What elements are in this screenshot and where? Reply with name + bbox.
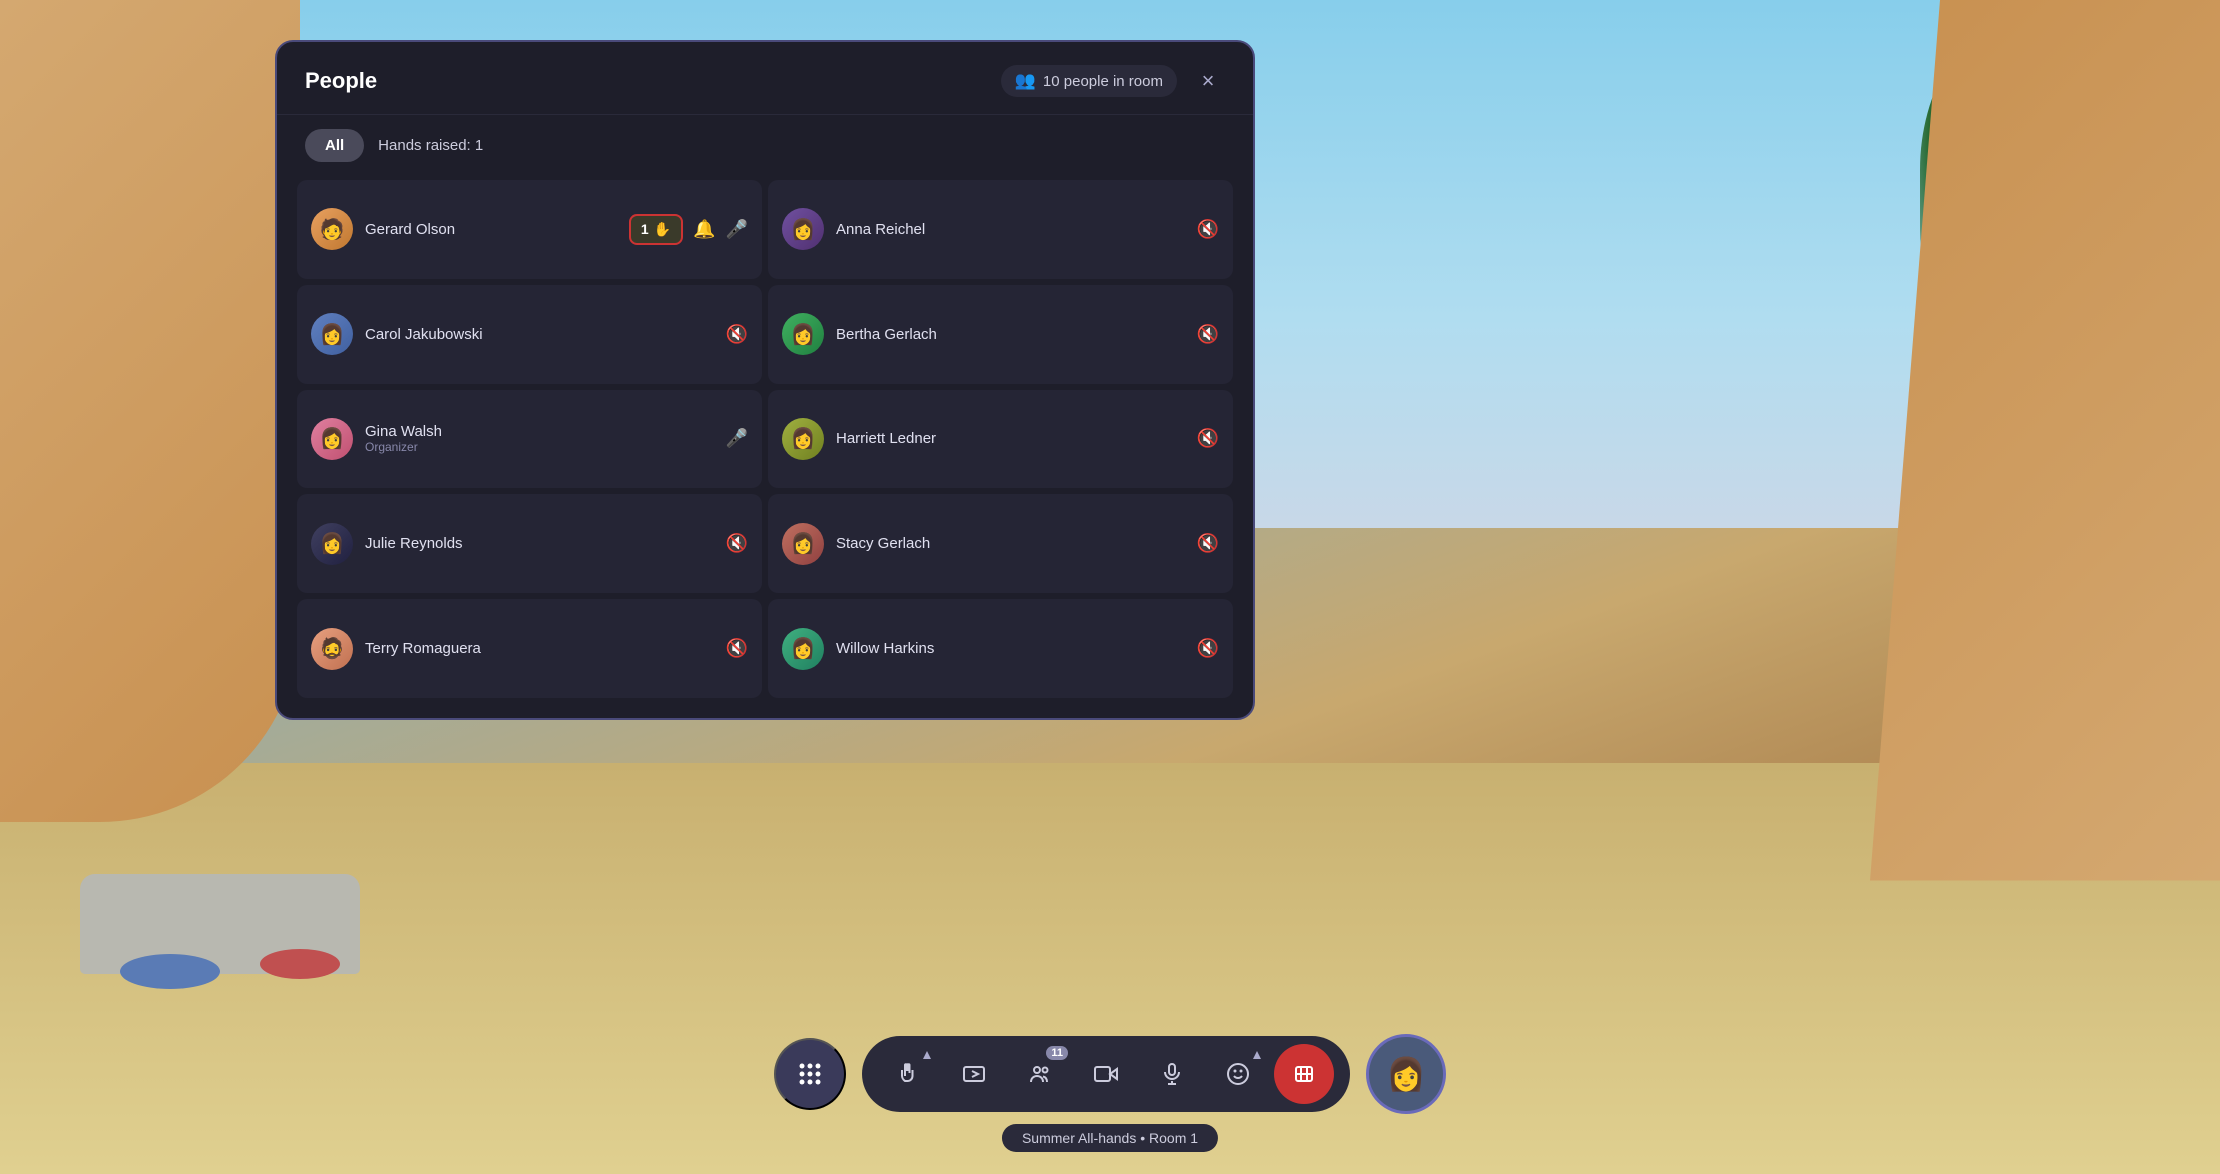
person-name: Terry Romaguera	[365, 640, 714, 657]
list-item: 🧑 Gerard Olson 1 ✋ 🔔 🎤	[297, 180, 762, 279]
cushion-blue	[120, 954, 220, 989]
list-item: 👩 Willow Harkins 🔇	[768, 599, 1233, 698]
person-actions: 🔇	[726, 324, 748, 345]
person-name: Gina Walsh	[365, 423, 714, 440]
person-name: Harriett Ledner	[836, 430, 1185, 447]
person-actions: 🎤	[726, 428, 748, 449]
cushion-red	[260, 949, 340, 979]
person-actions: 🔇	[1197, 533, 1219, 554]
people-count-badge: 👥 10 people in room	[1001, 65, 1177, 97]
panel-header: People 👥 10 people in room ×	[277, 42, 1253, 115]
mic-off-icon[interactable]: 🔇	[1197, 428, 1219, 449]
hand-count: 1	[641, 221, 649, 237]
room-label: Summer All-hands • Room 1	[1002, 1124, 1218, 1152]
list-item: 👩 Stacy Gerlach 🔇	[768, 494, 1233, 593]
person-info: Stacy Gerlach	[836, 535, 1185, 552]
person-info: Julie Reynolds	[365, 535, 714, 552]
mic-button[interactable]	[1142, 1044, 1202, 1104]
people-panel: People 👥 10 people in room × All Hands r…	[275, 40, 1255, 720]
avatar: 👩	[782, 208, 824, 250]
avatar: 👩	[311, 523, 353, 565]
person-name: Anna Reichel	[836, 221, 1185, 238]
hand-emoji: ✋	[654, 221, 671, 238]
list-item: 👩 Harriett Ledner 🔇	[768, 390, 1233, 489]
mic-off-icon[interactable]: 🔇	[726, 324, 748, 345]
panel-header-right: 👥 10 people in room ×	[1001, 64, 1225, 98]
self-avatar: 👩	[1366, 1034, 1446, 1114]
person-role: Organizer	[365, 440, 714, 454]
mic-off-icon[interactable]: 🔇	[726, 533, 748, 554]
avatar: 👩	[311, 313, 353, 355]
toolbar: 11	[774, 1034, 1446, 1114]
list-item: 👩 Bertha Gerlach 🔇	[768, 285, 1233, 384]
person-actions: 1 ✋ 🔔 🎤	[629, 214, 748, 245]
tab-all[interactable]: All	[305, 129, 364, 162]
mic-icon[interactable]: 🎤	[726, 428, 748, 449]
people-grid: 🧑 Gerard Olson 1 ✋ 🔔 🎤 👩 Anna Reichel 🔇	[277, 176, 1253, 718]
media-button[interactable]	[944, 1044, 1004, 1104]
person-info: Harriett Ledner	[836, 430, 1185, 447]
avatar: 👩	[782, 313, 824, 355]
person-actions: 🔇	[1197, 324, 1219, 345]
person-info: Terry Romaguera	[365, 640, 714, 657]
person-actions: 🔇	[1197, 638, 1219, 659]
people-icon: 👥	[1015, 71, 1036, 91]
list-item: 🧔 Terry Romaguera 🔇	[297, 599, 762, 698]
avatar: 👩	[311, 418, 353, 460]
avatar: 👩	[782, 628, 824, 670]
camera-button[interactable]	[1076, 1044, 1136, 1104]
emoji-button[interactable]	[1208, 1044, 1268, 1104]
person-info: Willow Harkins	[836, 640, 1185, 657]
person-name: Stacy Gerlach	[836, 535, 1185, 552]
person-actions: 🔇	[726, 638, 748, 659]
avatar: 👩	[782, 418, 824, 460]
mic-off-icon[interactable]: 🔇	[1197, 638, 1219, 659]
person-info: Gina Walsh Organizer	[365, 423, 714, 454]
list-item: 👩 Anna Reichel 🔇	[768, 180, 1233, 279]
avatar: 🧔	[311, 628, 353, 670]
tab-hands-raised[interactable]: Hands raised: 1	[378, 137, 483, 154]
person-info: Anna Reichel	[836, 221, 1185, 238]
person-actions: 🔇	[1197, 219, 1219, 240]
person-name: Bertha Gerlach	[836, 326, 1185, 343]
person-info: Gerard Olson	[365, 221, 617, 238]
mic-off-icon[interactable]: 🔇	[1197, 533, 1219, 554]
people-count-text: 10 people in room	[1043, 73, 1163, 90]
person-name: Julie Reynolds	[365, 535, 714, 552]
mic-off-icon[interactable]: 🔇	[726, 638, 748, 659]
close-button[interactable]: ×	[1191, 64, 1225, 98]
person-actions: 🔇	[726, 533, 748, 554]
list-item: 👩 Gina Walsh Organizer 🎤	[297, 390, 762, 489]
avatar: 👩	[782, 523, 824, 565]
mic-off-icon[interactable]: 🔇	[1197, 219, 1219, 240]
mic-off-icon[interactable]: 🔇	[1197, 324, 1219, 345]
tabs-bar: All Hands raised: 1	[277, 115, 1253, 176]
person-info: Carol Jakubowski	[365, 326, 714, 343]
list-item: 👩 Carol Jakubowski 🔇	[297, 285, 762, 384]
end-call-button[interactable]	[1274, 1044, 1334, 1104]
raise-hand-button[interactable]	[878, 1044, 938, 1104]
person-name: Gerard Olson	[365, 221, 617, 238]
wall-left	[0, 0, 300, 822]
bell-icon[interactable]: 🔔	[693, 219, 715, 240]
toolbar-main: 11	[862, 1036, 1350, 1112]
mic-icon[interactable]: 🎤	[726, 219, 748, 240]
list-item: 👩 Julie Reynolds 🔇	[297, 494, 762, 593]
panel-title: People	[305, 68, 377, 94]
person-actions: 🔇	[1197, 428, 1219, 449]
people-count-badge: 11	[1046, 1046, 1068, 1060]
people-button[interactable]: 11	[1010, 1044, 1070, 1104]
person-info: Bertha Gerlach	[836, 326, 1185, 343]
avatar: 🧑	[311, 208, 353, 250]
person-name: Carol Jakubowski	[365, 326, 714, 343]
hand-raise-badge[interactable]: 1 ✋	[629, 214, 683, 245]
person-name: Willow Harkins	[836, 640, 1185, 657]
apps-button[interactable]	[774, 1038, 846, 1110]
